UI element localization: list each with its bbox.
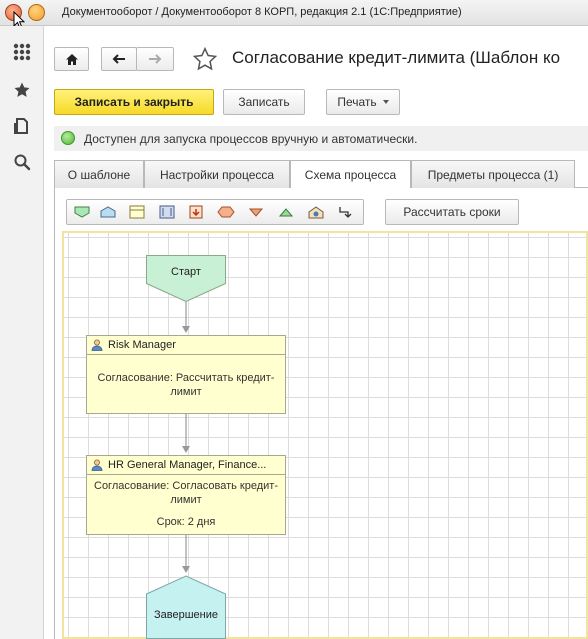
user-icon (91, 339, 103, 351)
end-node[interactable]: Завершение (146, 575, 226, 639)
task-node-hr-general-manager[interactable]: HR General Manager, Finance... Согласова… (86, 455, 286, 535)
end-node-label: Завершение (154, 609, 218, 621)
start-node-label: Старт (171, 266, 201, 278)
start-node[interactable]: Старт (146, 255, 226, 302)
task-performer: Risk Manager (108, 339, 176, 351)
task-text-line: лимит (170, 386, 202, 398)
task-text-line: Согласование: Согласовать кредит- (94, 480, 278, 492)
scheme-connectors (182, 302, 190, 573)
task-performer: HR General Manager, Finance... (108, 459, 267, 471)
end-node-shape (146, 575, 226, 639)
task-text-line: Согласование: Рассчитать кредит- (97, 372, 275, 384)
start-node-shape (146, 255, 226, 302)
task-node-risk-manager[interactable]: Risk Manager Согласование: Рассчитать кр… (86, 335, 286, 414)
user-icon (91, 459, 103, 471)
task-performer-row: HR General Manager, Finance... (87, 456, 285, 475)
task-deadline: Срок: 2 дня (156, 516, 216, 528)
task-performer-row: Risk Manager (87, 336, 285, 355)
task-text-line: лимит (170, 494, 202, 506)
